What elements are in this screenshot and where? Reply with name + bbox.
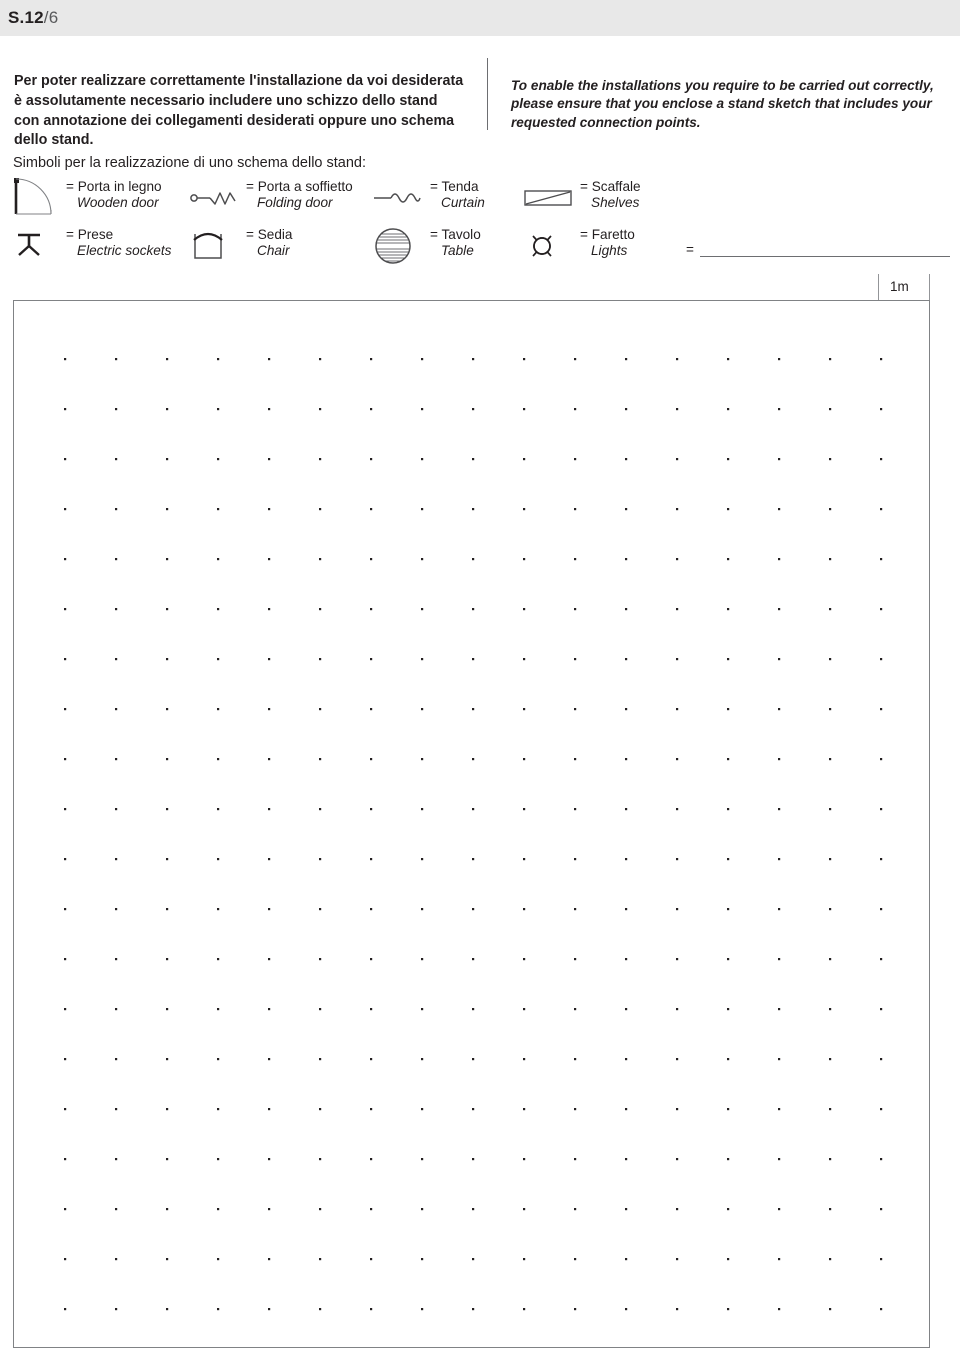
legend-label-it: = Tavolo — [430, 227, 481, 242]
legend-label-curtain: = Tenda Curtain — [430, 179, 485, 211]
legend-label-it: = Scaffale — [580, 179, 641, 194]
grid-dot-pattern — [64, 358, 883, 1311]
scale-tick-left — [878, 274, 879, 301]
legend-label-en: Chair — [257, 243, 290, 259]
notice-text-english: To enable the installations you require … — [511, 77, 934, 130]
legend-label-folding-door: = Porta a soffietto Folding door — [246, 179, 353, 211]
chair-icon — [188, 224, 246, 268]
curtain-icon — [372, 176, 430, 220]
legend-label-it: = Porta in legno — [66, 179, 162, 194]
legend-label-en: Shelves — [591, 195, 640, 211]
legend-label-it: = Porta a soffietto — [246, 179, 353, 194]
page-number: S.12 — [8, 8, 44, 27]
shelves-icon — [522, 176, 580, 220]
scale-unit-label: 1m — [890, 279, 909, 294]
notice-block: Per poter realizzare correttamente l'ins… — [0, 58, 960, 148]
scale-ruler: 1m — [878, 274, 930, 302]
scale-tick-right — [929, 274, 930, 301]
lights-icon — [522, 224, 580, 268]
legend-label-it: = Sedia — [246, 227, 293, 242]
legend-label-wooden-door: = Porta in legno Wooden door — [66, 179, 162, 211]
legend-label-en: Folding door — [257, 195, 333, 211]
legend-label-it: = Faretto — [580, 227, 635, 242]
notice-text-italian: Per poter realizzare correttamente l'ins… — [14, 73, 464, 149]
electric-socket-icon — [8, 224, 66, 268]
legend-label-en: Curtain — [441, 195, 485, 211]
legend-label-en: Lights — [591, 243, 628, 259]
scale-equals-sign: = — [686, 242, 694, 257]
page-total: /6 — [43, 8, 59, 27]
legend-label-lights: = Faretto Lights — [580, 227, 635, 259]
legend-label-shelves: = Scaffale Shelves — [580, 179, 641, 211]
legend-label-it: = Prese — [66, 227, 114, 242]
scale-reference-line — [700, 256, 950, 257]
folding-door-icon — [188, 176, 246, 220]
sketch-grid-sheet[interactable] — [13, 300, 930, 1348]
wooden-door-icon — [8, 176, 66, 220]
legend-label-it: = Tenda — [430, 179, 479, 194]
page-header-bar: S.12/6 — [0, 0, 960, 36]
legend-label-en: Table — [441, 243, 474, 259]
legend-label-table: = Tavolo Table — [430, 227, 481, 259]
legend-label-electric-sockets: = Prese Electric sockets — [66, 227, 171, 259]
legend-title: Simboli per la realizzazione di uno sche… — [13, 155, 367, 171]
legend-label-en: Electric sockets — [77, 243, 172, 259]
legend-label-en: Wooden door — [77, 195, 159, 211]
page-indicator: S.12/6 — [8, 8, 58, 28]
legend-label-chair: = Sedia Chair — [246, 227, 292, 259]
notice-divider — [487, 58, 488, 130]
table-icon — [372, 224, 430, 268]
